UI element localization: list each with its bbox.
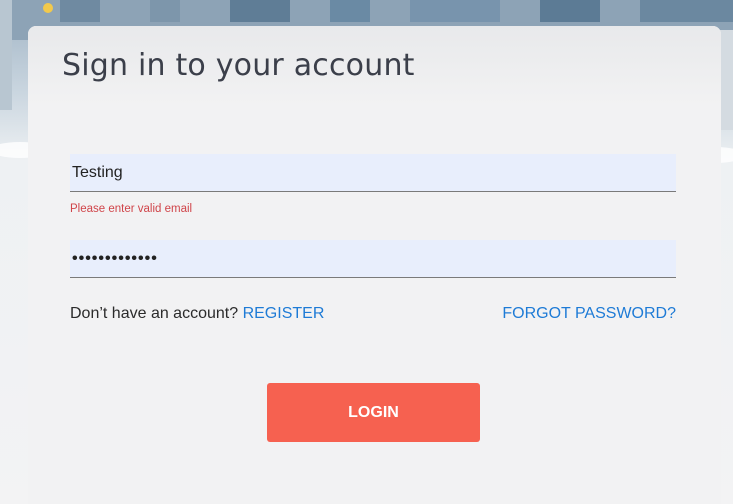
sign-in-card: Sign in to your account Please enter val… (28, 26, 721, 504)
register-link[interactable]: REGISTER (243, 305, 325, 322)
email-error-message: Please enter valid email (70, 203, 193, 215)
password-field[interactable] (70, 240, 676, 278)
no-account-text: Don’t have an account? (70, 305, 239, 322)
email-field[interactable] (70, 154, 676, 192)
forgot-password-link[interactable]: FORGOT PASSWORD? (502, 305, 676, 323)
login-page: Sign in to your account Please enter val… (0, 0, 733, 504)
page-title: Sign in to your account (62, 48, 415, 83)
register-prompt: Don’t have an account? REGISTER (70, 305, 324, 323)
login-button[interactable]: LOGIN (267, 383, 480, 442)
